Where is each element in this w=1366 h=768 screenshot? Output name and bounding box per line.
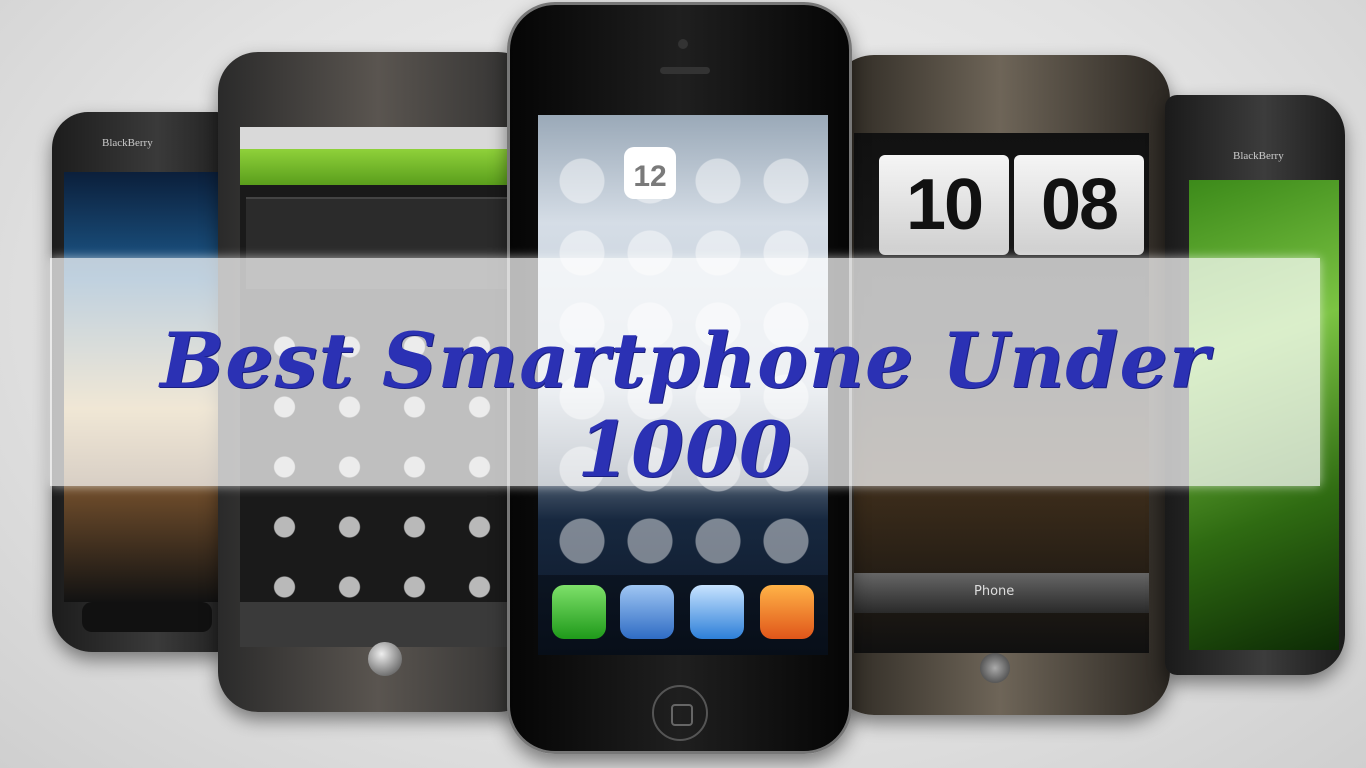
- camera-icon: [678, 39, 688, 49]
- home-button-icon: [652, 685, 708, 741]
- nexus-statusbar: [240, 127, 530, 149]
- nexus-contact-row: [240, 602, 530, 647]
- htc-dock: Phone: [854, 573, 1149, 613]
- nexus-title-bar: [240, 149, 530, 185]
- mail-icon: [620, 585, 674, 639]
- speaker-icon: [660, 67, 710, 74]
- blackberry-left-nav: [82, 602, 212, 632]
- brand-label-right: BlackBerry: [1233, 150, 1284, 162]
- clock-minute: 08: [1014, 155, 1144, 255]
- safari-icon: [690, 585, 744, 639]
- phone-icon: [552, 585, 606, 639]
- page-title: Best Smartphone Under 1000: [160, 316, 1210, 494]
- title-band: Best Smartphone Under 1000: [50, 258, 1320, 494]
- brand-label-left: BlackBerry: [102, 137, 153, 149]
- clock-hour: 10: [879, 155, 1009, 255]
- trackball-icon: [368, 642, 402, 676]
- music-icon: [760, 585, 814, 639]
- htc-dock-label: Phone: [974, 584, 1015, 599]
- htc-home-icon: [980, 653, 1010, 683]
